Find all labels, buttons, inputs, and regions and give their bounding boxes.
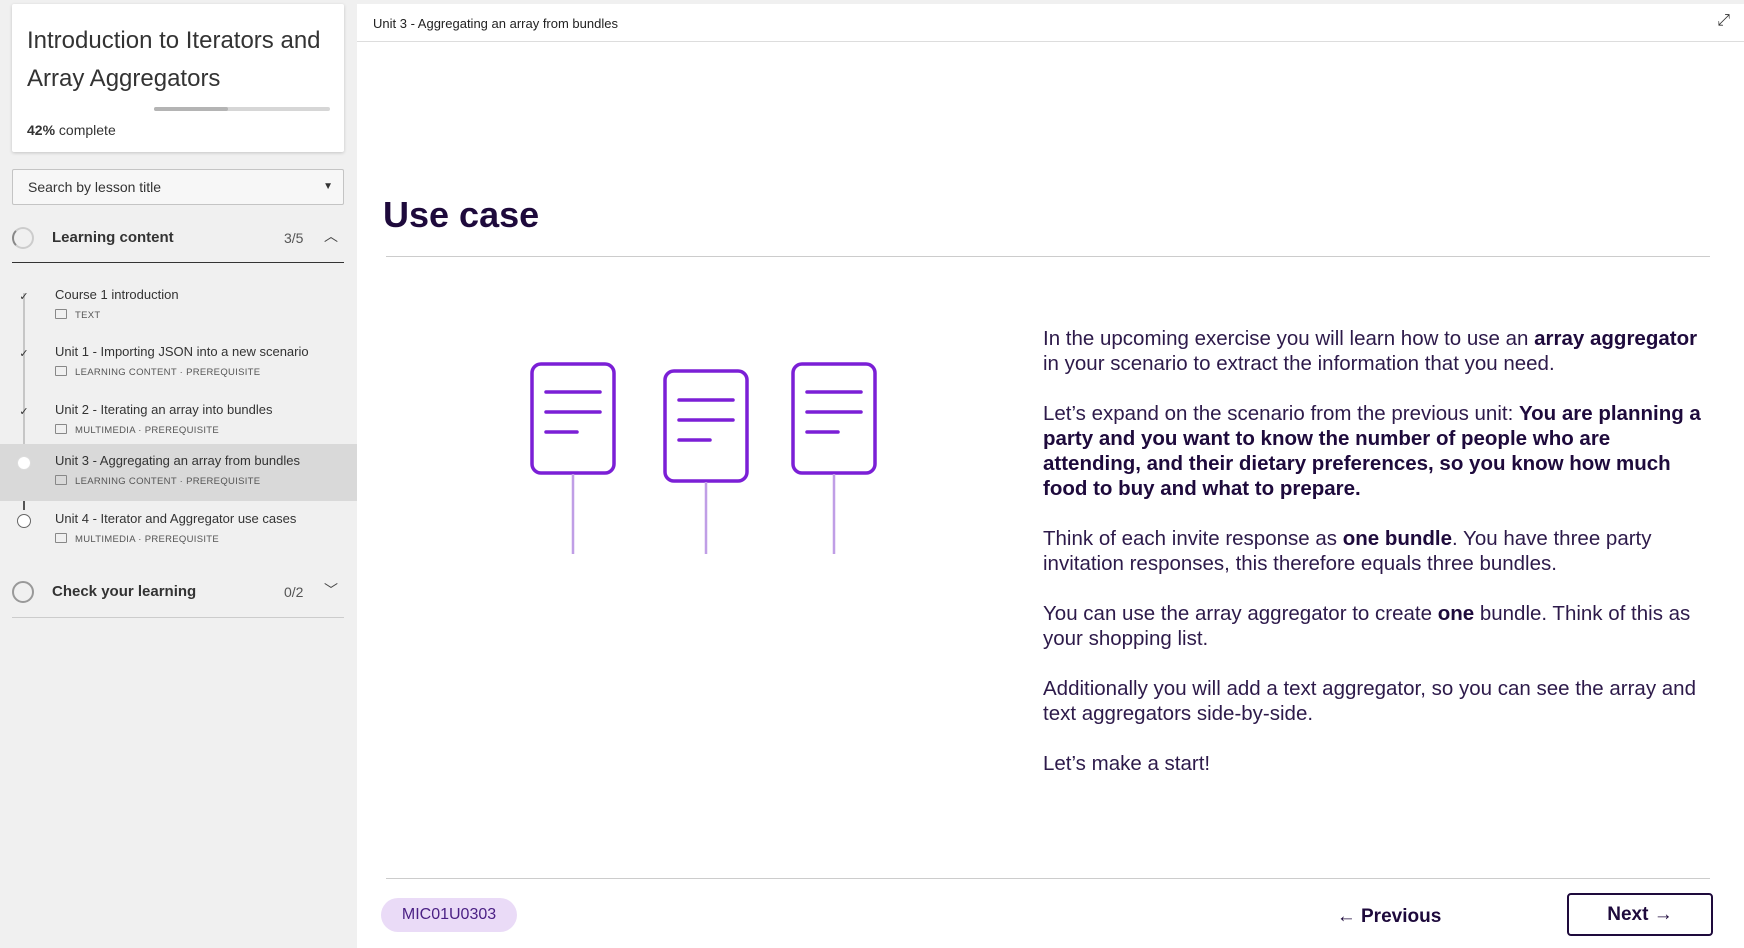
check-icon: ✓ <box>19 406 29 418</box>
section-label: Learning content <box>52 229 174 246</box>
lesson-title: Unit 3 - Aggregating an array from bundl… <box>55 453 300 468</box>
text-doc-icon <box>55 309 67 319</box>
bundle-card-icon <box>530 362 616 554</box>
divider <box>386 878 1710 879</box>
lesson-title: Course 1 introduction <box>55 287 179 302</box>
chevron-up-icon[interactable]: ︿ <box>324 226 338 246</box>
lesson-meta-text: TEXT <box>75 310 101 321</box>
current-dot-icon <box>17 456 31 470</box>
multimedia-icon <box>55 424 67 434</box>
body-paragraph: Let’s make a start! <box>1043 751 1711 776</box>
next-label: Next <box>1607 904 1649 925</box>
lesson-item[interactable]: ✓ Course 1 introduction TEXT <box>0 278 357 334</box>
progress-bar <box>154 107 330 111</box>
progress-ring-icon <box>12 581 34 603</box>
check-icon: ✓ <box>19 348 29 360</box>
next-button[interactable]: Next → <box>1567 893 1713 936</box>
lesson-item-current[interactable]: Unit 3 - Aggregating an array from bundl… <box>0 444 357 501</box>
paragraph-text: In the upcoming exercise you will learn … <box>1043 327 1535 350</box>
multimedia-icon <box>55 533 67 543</box>
breadcrumb: Unit 3 - Aggregating an array from bundl… <box>373 16 618 31</box>
body-paragraph: In the upcoming exercise you will learn … <box>1043 326 1711 376</box>
previous-label: Previous <box>1361 906 1442 927</box>
lesson-topbar: Unit 3 - Aggregating an array from bundl… <box>357 4 1744 42</box>
lesson-meta: MULTIMEDIA · PREREQUISITE <box>55 424 219 436</box>
course-card: Introduction to Iterators and Array Aggr… <box>12 4 344 152</box>
lesson-title: Unit 2 - Iterating an array into bundles <box>55 402 273 417</box>
section-divider <box>12 617 344 618</box>
search-placeholder: Search by lesson title <box>28 179 162 195</box>
lesson-title: Unit 4 - Iterator and Aggregator use cas… <box>55 511 297 526</box>
progress-text: 42% complete <box>27 122 116 138</box>
lesson-meta-text: LEARNING CONTENT · PREREQUISITE <box>75 367 261 378</box>
lesson-code-badge: MIC01U0303 <box>381 898 517 932</box>
section-count: 3/5 <box>284 230 304 246</box>
paragraph-text: Let’s expand on the scenario from the pr… <box>1043 402 1519 425</box>
learning-content-icon <box>55 475 67 485</box>
caret-down-icon: ▼ <box>323 181 333 192</box>
paragraph-text: Think of each invite response as <box>1043 527 1343 550</box>
progress-ring-icon <box>12 227 34 249</box>
bundles-illustration <box>530 362 877 554</box>
course-title: Introduction to Iterators and Array Aggr… <box>27 27 321 92</box>
paragraph-text: Additionally you will add a text aggrega… <box>1043 677 1696 725</box>
lesson-meta: LEARNING CONTENT · PREREQUISITE <box>55 475 260 487</box>
divider <box>386 256 1710 257</box>
lesson-meta-text: LEARNING CONTENT · PREREQUISITE <box>75 476 261 487</box>
chevron-down-icon[interactable]: ﹀ <box>324 580 338 600</box>
paragraph-text: You can use the array aggregator to crea… <box>1043 602 1438 625</box>
page-title: Use case <box>383 194 540 235</box>
lesson-meta-text: MULTIMEDIA · PREREQUISITE <box>75 534 220 545</box>
lesson-item[interactable]: ✓ Unit 2 - Iterating an array into bundl… <box>0 393 357 449</box>
check-icon: ✓ <box>19 291 29 303</box>
lesson-item[interactable]: ✓ Unit 1 - Importing JSON into a new sce… <box>0 335 357 391</box>
section-label: Check your learning <box>52 583 197 600</box>
body-paragraph: Additionally you will add a text aggrega… <box>1043 676 1711 726</box>
progress-percent: 42% <box>27 122 56 138</box>
emphasis-text: array aggregator <box>1534 327 1698 350</box>
section-divider <box>12 262 344 263</box>
paragraph-text: Let’s make a start! <box>1043 752 1211 775</box>
empty-circle-icon <box>17 514 31 528</box>
arrow-left-icon: ← <box>1336 906 1356 927</box>
lesson-title: Unit 1 - Importing JSON into a new scena… <box>55 344 309 359</box>
progress-suffix: complete <box>58 122 116 138</box>
previous-button[interactable]: ← Previous <box>1309 898 1469 936</box>
arrow-right-icon: → <box>1653 904 1673 925</box>
section-learning-content[interactable]: Learning content 3/5 ︿ <box>12 219 344 259</box>
expand-icon[interactable]: ⤢ <box>1717 12 1730 30</box>
lesson-body-text: In the upcoming exercise you will learn … <box>1043 326 1711 801</box>
lesson-meta-text: MULTIMEDIA · PREREQUISITE <box>75 425 220 436</box>
lesson-meta: MULTIMEDIA · PREREQUISITE <box>55 533 219 545</box>
lesson-search-select[interactable]: Search by lesson title ▼ <box>12 169 344 205</box>
lesson-item[interactable]: Unit 4 - Iterator and Aggregator use cas… <box>0 502 357 558</box>
bundle-card-icon <box>791 362 877 554</box>
emphasis-text: one bundle <box>1342 527 1453 550</box>
body-paragraph: Let’s expand on the scenario from the pr… <box>1043 401 1711 501</box>
progress-fill <box>154 107 228 111</box>
lesson-content: Unit 3 - Aggregating an array from bundl… <box>357 4 1744 948</box>
lesson-meta: TEXT <box>55 309 100 321</box>
emphasis-text: one <box>1437 602 1475 625</box>
learning-content-icon <box>55 366 67 376</box>
paragraph-text: in your scenario to extract the informat… <box>1043 352 1555 375</box>
bundle-card-icon <box>663 369 749 554</box>
body-paragraph: You can use the array aggregator to crea… <box>1043 601 1711 651</box>
course-sidebar: Introduction to Iterators and Array Aggr… <box>0 0 357 948</box>
section-check-your-learning[interactable]: Check your learning 0/2 ﹀ <box>12 573 344 613</box>
body-paragraph: Think of each invite response as one bun… <box>1043 526 1711 576</box>
section-count: 0/2 <box>284 584 304 600</box>
lesson-meta: LEARNING CONTENT · PREREQUISITE <box>55 366 260 378</box>
